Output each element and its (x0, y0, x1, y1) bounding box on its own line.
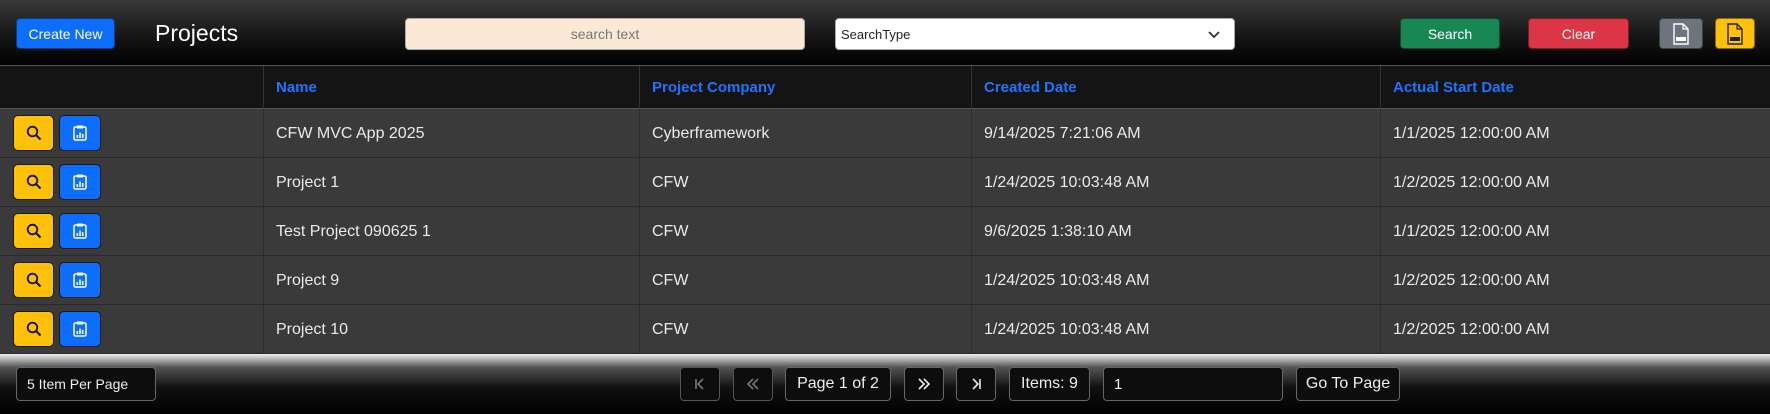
page-title: Projects (155, 20, 239, 46)
table-row: Project 10 CFW 1/24/2025 10:03:48 AM 1/2… (0, 305, 1770, 354)
create-new-button[interactable]: Create New (16, 18, 115, 49)
pdf-file-icon (1727, 22, 1743, 45)
item-count: Items: 9 (1009, 367, 1090, 401)
last-page-icon (972, 378, 981, 390)
cell-start: 1/1/2025 12:00:00 AM (1380, 109, 1770, 158)
report-button[interactable] (59, 262, 101, 298)
cell-name: Project 10 (263, 305, 639, 354)
cell-name: Project 1 (263, 158, 639, 207)
cell-start: 1/2/2025 12:00:00 AM (1380, 305, 1770, 354)
first-page-icon (695, 378, 704, 390)
export-pdf-button[interactable] (1715, 18, 1755, 49)
page-indicator: Page 1 of 2 (785, 367, 891, 401)
projects-table: Name Project Company Created Date Actual… (0, 66, 1770, 354)
cell-company: Cyberframework (639, 109, 971, 158)
pager: 5 Item Per Page Page 1 of 2 Items: 9 Go … (0, 354, 1770, 414)
view-button[interactable] (13, 164, 54, 200)
cell-start: 1/1/2025 12:00:00 AM (1380, 207, 1770, 256)
cell-created: 1/24/2025 10:03:48 AM (971, 256, 1380, 305)
cell-name: Project 9 (263, 256, 639, 305)
table-row: Project 1 CFW 1/24/2025 10:03:48 AM 1/2/… (0, 158, 1770, 207)
column-header-name[interactable]: Name (263, 66, 639, 109)
toolbar: Create New Projects SearchType Search Cl… (0, 0, 1770, 66)
next-page-button[interactable] (904, 367, 944, 401)
search-input[interactable] (405, 18, 805, 50)
cell-created: 9/14/2025 7:21:06 AM (971, 109, 1380, 158)
chevron-down-icon (1208, 31, 1220, 39)
cell-name: Test Project 090625 1 (263, 207, 639, 256)
report-icon (73, 174, 87, 190)
cell-name: CFW MVC App 2025 (263, 109, 639, 158)
view-button[interactable] (13, 115, 54, 151)
cell-company: CFW (639, 158, 971, 207)
page-number-input[interactable] (1103, 367, 1283, 401)
report-icon (73, 272, 87, 288)
search-type-select[interactable]: SearchType (835, 18, 1235, 50)
cell-created: 9/6/2025 1:38:10 AM (971, 207, 1380, 256)
items-per-page-select[interactable]: 5 Item Per Page (16, 367, 156, 401)
table-row: CFW MVC App 2025 Cyberframework 9/14/202… (0, 109, 1770, 158)
column-header-start[interactable]: Actual Start Date (1380, 66, 1770, 109)
report-button[interactable] (59, 115, 101, 151)
previous-page-button[interactable] (733, 367, 773, 401)
view-button[interactable] (13, 311, 54, 347)
table-header: Name Project Company Created Date Actual… (0, 66, 1770, 109)
report-icon (73, 223, 87, 239)
table-row: Test Project 090625 1 CFW 9/6/2025 1:38:… (0, 207, 1770, 256)
go-to-page-button[interactable]: Go To Page (1296, 367, 1400, 401)
report-button[interactable] (59, 164, 101, 200)
export-csv-button[interactable] (1659, 18, 1703, 49)
clear-button[interactable]: Clear (1528, 18, 1629, 49)
search-icon (26, 321, 41, 337)
search-icon (26, 223, 41, 239)
cell-company: CFW (639, 256, 971, 305)
column-header-created[interactable]: Created Date (971, 66, 1380, 109)
search-type-value: SearchType (841, 26, 911, 42)
cell-start: 1/2/2025 12:00:00 AM (1380, 256, 1770, 305)
table-row: Project 9 CFW 1/24/2025 10:03:48 AM 1/2/… (0, 256, 1770, 305)
report-icon (73, 125, 87, 141)
search-icon (26, 125, 41, 141)
column-header-company[interactable]: Project Company (639, 66, 971, 109)
csv-file-icon (1673, 22, 1689, 45)
first-page-button[interactable] (680, 367, 720, 401)
search-button[interactable]: Search (1400, 18, 1500, 49)
cell-start: 1/2/2025 12:00:00 AM (1380, 158, 1770, 207)
search-icon (26, 272, 41, 288)
last-page-button[interactable] (956, 367, 996, 401)
cell-company: CFW (639, 305, 971, 354)
double-chevron-right-icon (918, 378, 931, 390)
cell-created: 1/24/2025 10:03:48 AM (971, 158, 1380, 207)
search-icon (26, 174, 41, 190)
view-button[interactable] (13, 213, 54, 249)
cell-created: 1/24/2025 10:03:48 AM (971, 305, 1380, 354)
view-button[interactable] (13, 262, 54, 298)
report-button[interactable] (59, 311, 101, 347)
report-icon (73, 321, 87, 337)
cell-company: CFW (639, 207, 971, 256)
report-button[interactable] (59, 213, 101, 249)
double-chevron-left-icon (746, 378, 759, 390)
